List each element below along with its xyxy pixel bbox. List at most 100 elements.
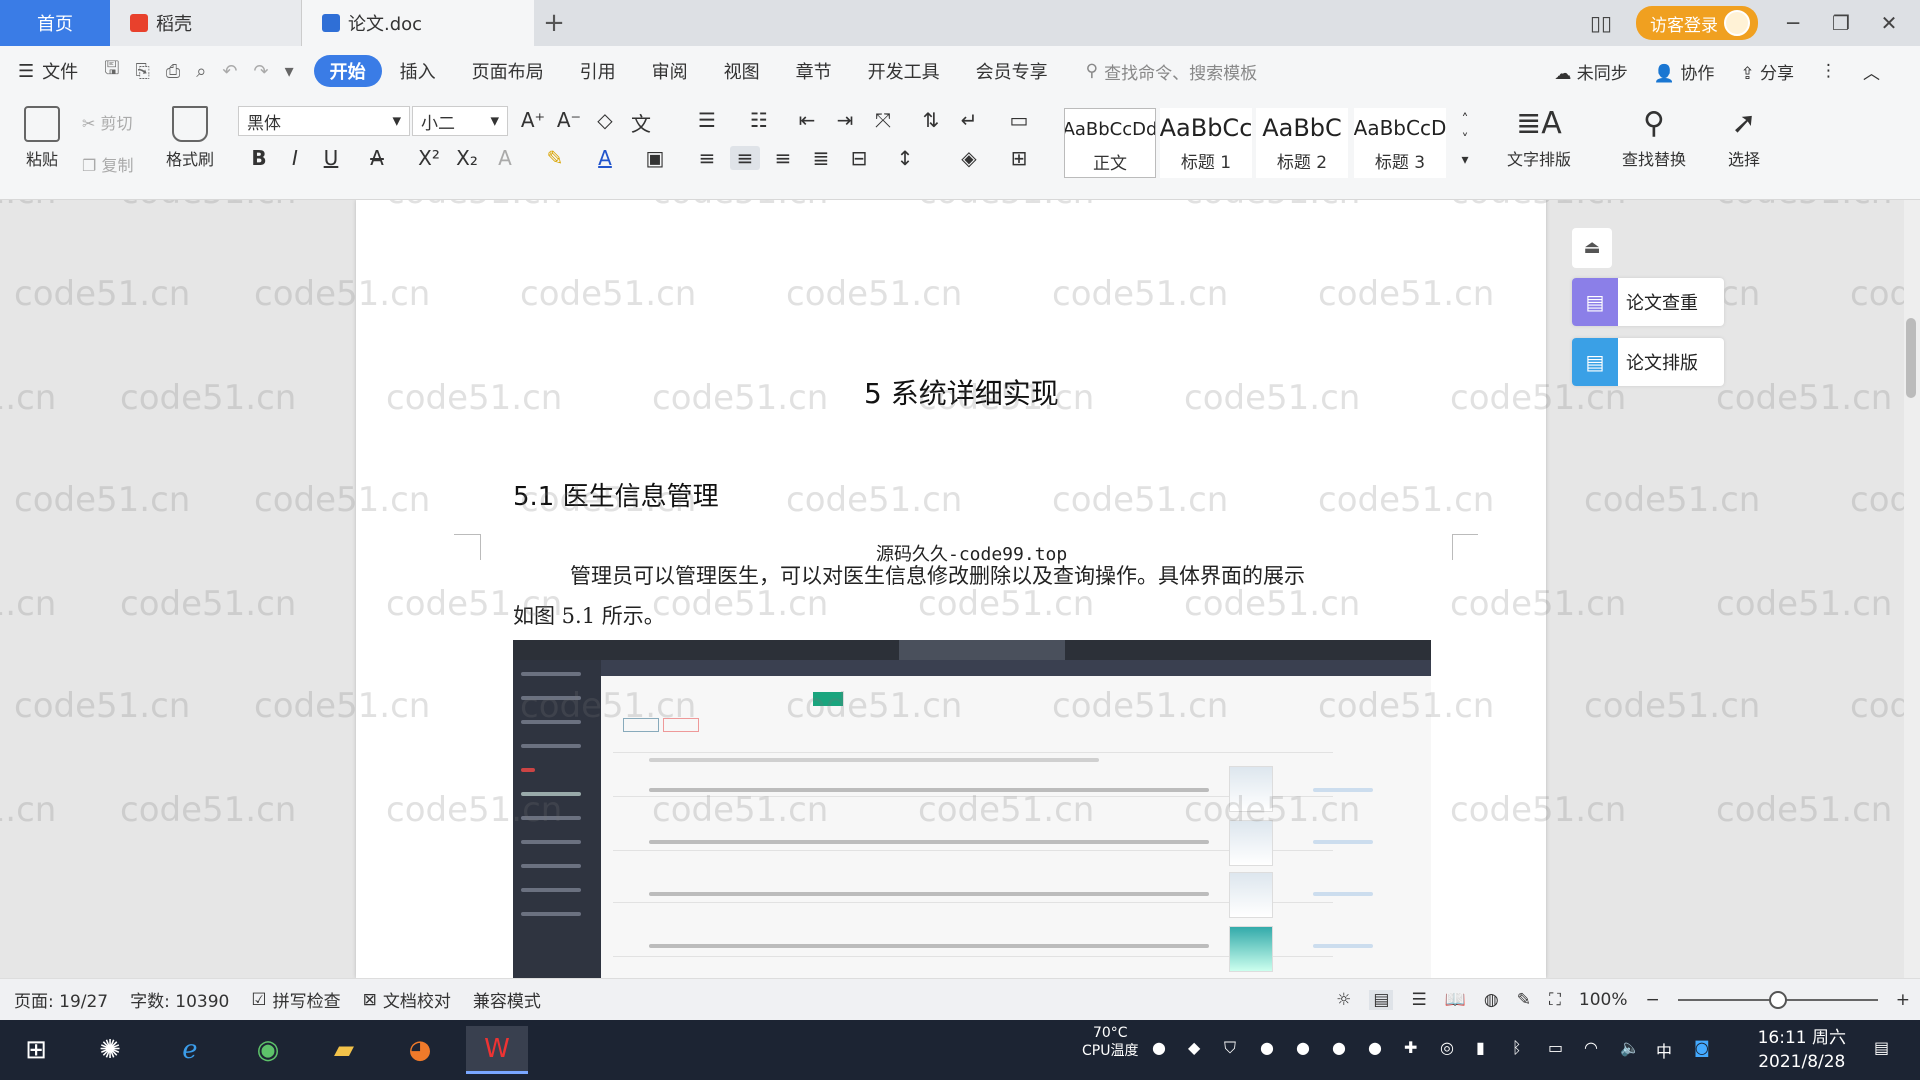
menu-developer[interactable]: 开发工具 [850,55,958,87]
outline-view-icon[interactable]: ☰ [1411,990,1426,1010]
underline-icon[interactable]: U [316,146,346,170]
word-count[interactable]: 字数: 10390 [130,987,229,1012]
bluetooth-icon[interactable]: ᛒ [1512,1038,1522,1057]
cpu-temp-widget[interactable]: 70°C CPU温度 [1082,1024,1138,1060]
share-button[interactable]: ⇪ 分享 [1740,59,1794,84]
bold-icon[interactable]: B [244,146,274,170]
menu-review[interactable]: 审阅 [634,55,706,87]
battery-icon[interactable]: ▭ [1548,1038,1563,1057]
doc-proof-button[interactable]: ⊠ 文档校对 [363,987,451,1013]
volume-icon[interactable]: 🔈 [1620,1038,1640,1057]
new-tab-button[interactable]: + [534,0,574,46]
menu-insert[interactable]: 插入 [382,55,454,87]
tab-home[interactable]: 首页 [0,0,110,46]
numbered-list-icon[interactable]: ☷ [744,108,774,132]
sync-button[interactable]: ☁ 未同步 [1554,59,1627,84]
scrollbar-thumb[interactable] [1906,318,1916,398]
show-marks-icon[interactable]: ↵ [954,108,984,132]
thesis-layout-button[interactable]: ▤ 论文排版 [1572,338,1724,386]
tray-app-icon[interactable]: ◎ [1440,1038,1454,1057]
italic-icon[interactable]: I [280,146,310,170]
style-normal[interactable]: AaBbCcDd 正文 [1064,108,1156,178]
style-heading-2[interactable]: AaBbC 标题 2 [1256,108,1348,178]
ruler-icon[interactable]: ▭ [1004,108,1034,132]
close-button[interactable]: ✕ [1876,11,1902,35]
justify-icon[interactable]: ≣ [806,146,836,170]
font-size-select[interactable]: 小二 ▾ [412,106,508,136]
text-layout-button[interactable]: ≣A 文字排版 [1494,106,1584,170]
menu-member[interactable]: 会员专享 [958,55,1066,87]
zoom-slider-knob[interactable] [1768,991,1787,1009]
nvidia-icon[interactable]: ▮ [1476,1038,1485,1057]
export-icon[interactable]: ⎘ [135,61,149,82]
print-preview-icon[interactable]: ⌕ [196,61,206,82]
decrease-indent-icon[interactable]: ⇤ [792,108,822,132]
customize-dropdown-icon[interactable]: ▾ [285,61,294,82]
more-icon[interactable]: ⋮ [1820,61,1837,81]
menu-references[interactable]: 引用 [562,55,634,87]
thesis-check-button[interactable]: ▤ 论文查重 [1572,278,1724,326]
command-search[interactable]: ⚲ 查找命令、搜索模板 [1086,59,1257,84]
minimize-button[interactable]: ─ [1780,11,1806,35]
print-icon[interactable]: ⎙ [166,61,180,82]
page-indicator[interactable]: 页面: 19/27 [14,987,108,1012]
undo-icon[interactable]: ↶ [222,61,237,82]
phonetic-guide-icon[interactable]: 文 [626,108,656,137]
align-center-icon[interactable]: ≡ [730,146,760,170]
font-color-icon[interactable]: A [590,146,620,170]
clear-format-icon[interactable]: ◇ [590,108,620,132]
superscript-icon[interactable]: X² [414,146,444,170]
styles-scroll-icon[interactable]: ˄ ˅ ▾ [1450,110,1480,170]
page-view-icon[interactable]: ▤ [1369,990,1394,1010]
highlight-icon[interactable]: ✎ [540,146,570,170]
subscript-icon[interactable]: X₂ [452,146,482,170]
search-app-icon[interactable]: ◙ [1694,1038,1710,1057]
fit-page-icon[interactable]: ⛶ [1549,990,1561,1010]
menu-view[interactable]: 视图 [706,55,778,87]
line-spacing-icon[interactable]: ↕ [890,146,920,170]
borders-icon[interactable]: ⊞ [1004,146,1034,170]
pinwheel-app-icon[interactable]: ✺ [86,1026,134,1074]
tray-app-icon[interactable]: ✚ [1404,1038,1417,1057]
eye-protect-icon[interactable]: ☼ [1336,990,1351,1010]
redo-icon[interactable]: ↷ [253,61,268,82]
file-explorer-icon[interactable]: ▰ [320,1026,368,1074]
sort-icon[interactable]: ⇅ [916,108,946,132]
copy-button[interactable]: ❐ 复制 [82,152,133,176]
system-clock[interactable]: 16:11 周六 2021/8/28 [1758,1026,1846,1074]
zoom-in-icon[interactable]: + [1896,990,1910,1010]
menu-chapter[interactable]: 章节 [778,55,850,87]
style-heading-3[interactable]: AaBbCcD 标题 3 [1354,108,1446,178]
menu-page-layout[interactable]: 页面布局 [454,55,562,87]
zoom-value[interactable]: 100% [1579,990,1628,1010]
reading-view-icon[interactable]: 📖 [1445,990,1466,1010]
restore-button[interactable]: ❐ [1828,11,1854,35]
ime-indicator[interactable]: 中 [1656,1038,1672,1062]
cut-button[interactable]: ✂ 剪切 [82,110,133,134]
font-name-select[interactable]: 黑体 ▾ [238,106,410,136]
bullet-list-icon[interactable]: ☰ [692,108,722,132]
tray-app-icon[interactable]: ● [1152,1038,1166,1057]
menu-home[interactable]: 开始 [313,55,382,87]
layout-toggle-icon[interactable]: ▯▯ [1588,11,1614,35]
zoom-out-icon[interactable]: − [1646,990,1660,1010]
select-button[interactable]: ➚ 选择 [1712,106,1776,170]
qq-icon[interactable]: ● [1368,1038,1382,1057]
collapse-ribbon-icon[interactable]: ︿ [1863,59,1880,84]
wifi-icon[interactable]: ◠ [1584,1038,1598,1057]
format-painter-button[interactable]: 格式刷 [160,106,220,170]
grow-font-icon[interactable]: A⁺ [518,108,548,132]
strikethrough-icon[interactable]: A [362,146,392,170]
increase-indent-icon[interactable]: ⇥ [830,108,860,132]
distributed-icon[interactable]: ⊟ [844,146,874,170]
char-border-icon[interactable]: ▣ [640,146,670,170]
align-left-icon[interactable]: ≡ [692,146,722,170]
vertical-scrollbar[interactable] [1904,200,1920,978]
media-app-icon[interactable]: ◕ [396,1026,444,1074]
collapse-panel-icon[interactable]: ⏏ [1572,228,1612,268]
chinese-layout-icon[interactable]: ⤧ [868,108,898,132]
save-icon[interactable]: 🖫 [104,56,119,86]
wps-writer-icon[interactable]: W [466,1026,528,1074]
file-menu[interactable]: ☰ 文件 [0,55,96,87]
collaborate-button[interactable]: 👤 协作 [1654,59,1715,84]
